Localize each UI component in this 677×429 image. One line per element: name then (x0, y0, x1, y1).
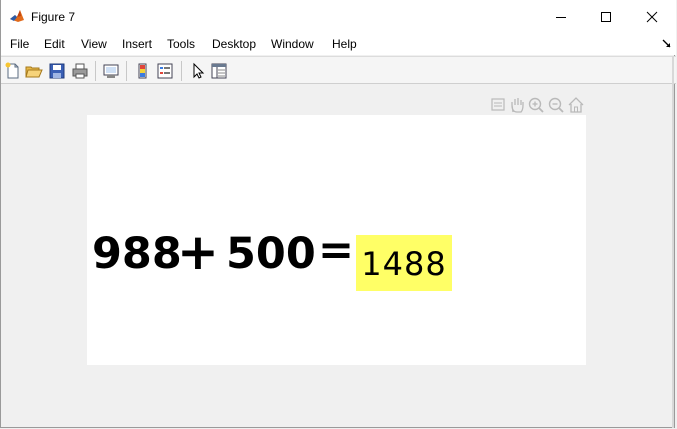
print-figure-icon[interactable] (71, 62, 89, 80)
save-figure-icon[interactable] (48, 62, 66, 80)
window-edge (672, 56, 674, 428)
new-figure-icon[interactable] (4, 62, 22, 80)
toolbar-separator (95, 61, 96, 81)
menu-insert[interactable]: Insert (122, 37, 152, 51)
open-file-icon[interactable] (25, 62, 43, 80)
menu-view[interactable]: View (81, 37, 107, 51)
maximize-button[interactable] (583, 0, 629, 33)
result-value: 1488 (361, 245, 447, 283)
edit-plot-icon[interactable] (189, 62, 207, 80)
result-box: 1488 (356, 235, 452, 291)
property-inspector-icon[interactable] (210, 62, 228, 80)
link-plot-icon[interactable] (102, 62, 120, 80)
title-bar: Figure 7 (1, 0, 676, 33)
insert-legend-icon[interactable] (156, 62, 174, 80)
menu-help[interactable]: Help (332, 37, 357, 51)
menu-file[interactable]: File (10, 37, 29, 51)
operand-one: 988 (92, 229, 182, 279)
plus-sign: + (177, 223, 219, 281)
toolbar-separator (126, 61, 127, 81)
zoom-out-icon[interactable] (547, 96, 565, 114)
close-icon (646, 11, 658, 22)
data-tips-icon[interactable] (489, 96, 507, 114)
matlab-icon (9, 8, 25, 24)
menu-edit[interactable]: Edit (44, 37, 65, 51)
menu-bar: File Edit View Insert Tools Desktop Wind… (1, 33, 676, 55)
pan-icon[interactable] (508, 96, 526, 114)
operand-two: 500 (226, 229, 316, 279)
close-button[interactable] (629, 0, 675, 33)
figure-toolbar (1, 56, 676, 84)
equals-sign: = (318, 225, 355, 275)
maximize-icon (601, 11, 611, 22)
window-title: Figure 7 (31, 10, 76, 24)
minimize-button[interactable] (538, 0, 584, 33)
menu-desktop[interactable]: Desktop (212, 37, 256, 51)
minimize-icon (556, 16, 566, 18)
figure-window: Figure 7 File Edit View Insert Tools Des… (0, 0, 676, 428)
menu-tools[interactable]: Tools (167, 37, 195, 51)
insert-colorbar-icon[interactable] (134, 62, 152, 80)
zoom-in-icon[interactable] (527, 96, 545, 114)
dock-figure-icon[interactable] (662, 39, 672, 49)
restore-view-icon[interactable] (567, 96, 585, 114)
axes-area[interactable]: 988 + 500 = 1488 (87, 115, 586, 365)
toolbar-separator (181, 61, 182, 81)
menu-window[interactable]: Window (271, 37, 314, 51)
